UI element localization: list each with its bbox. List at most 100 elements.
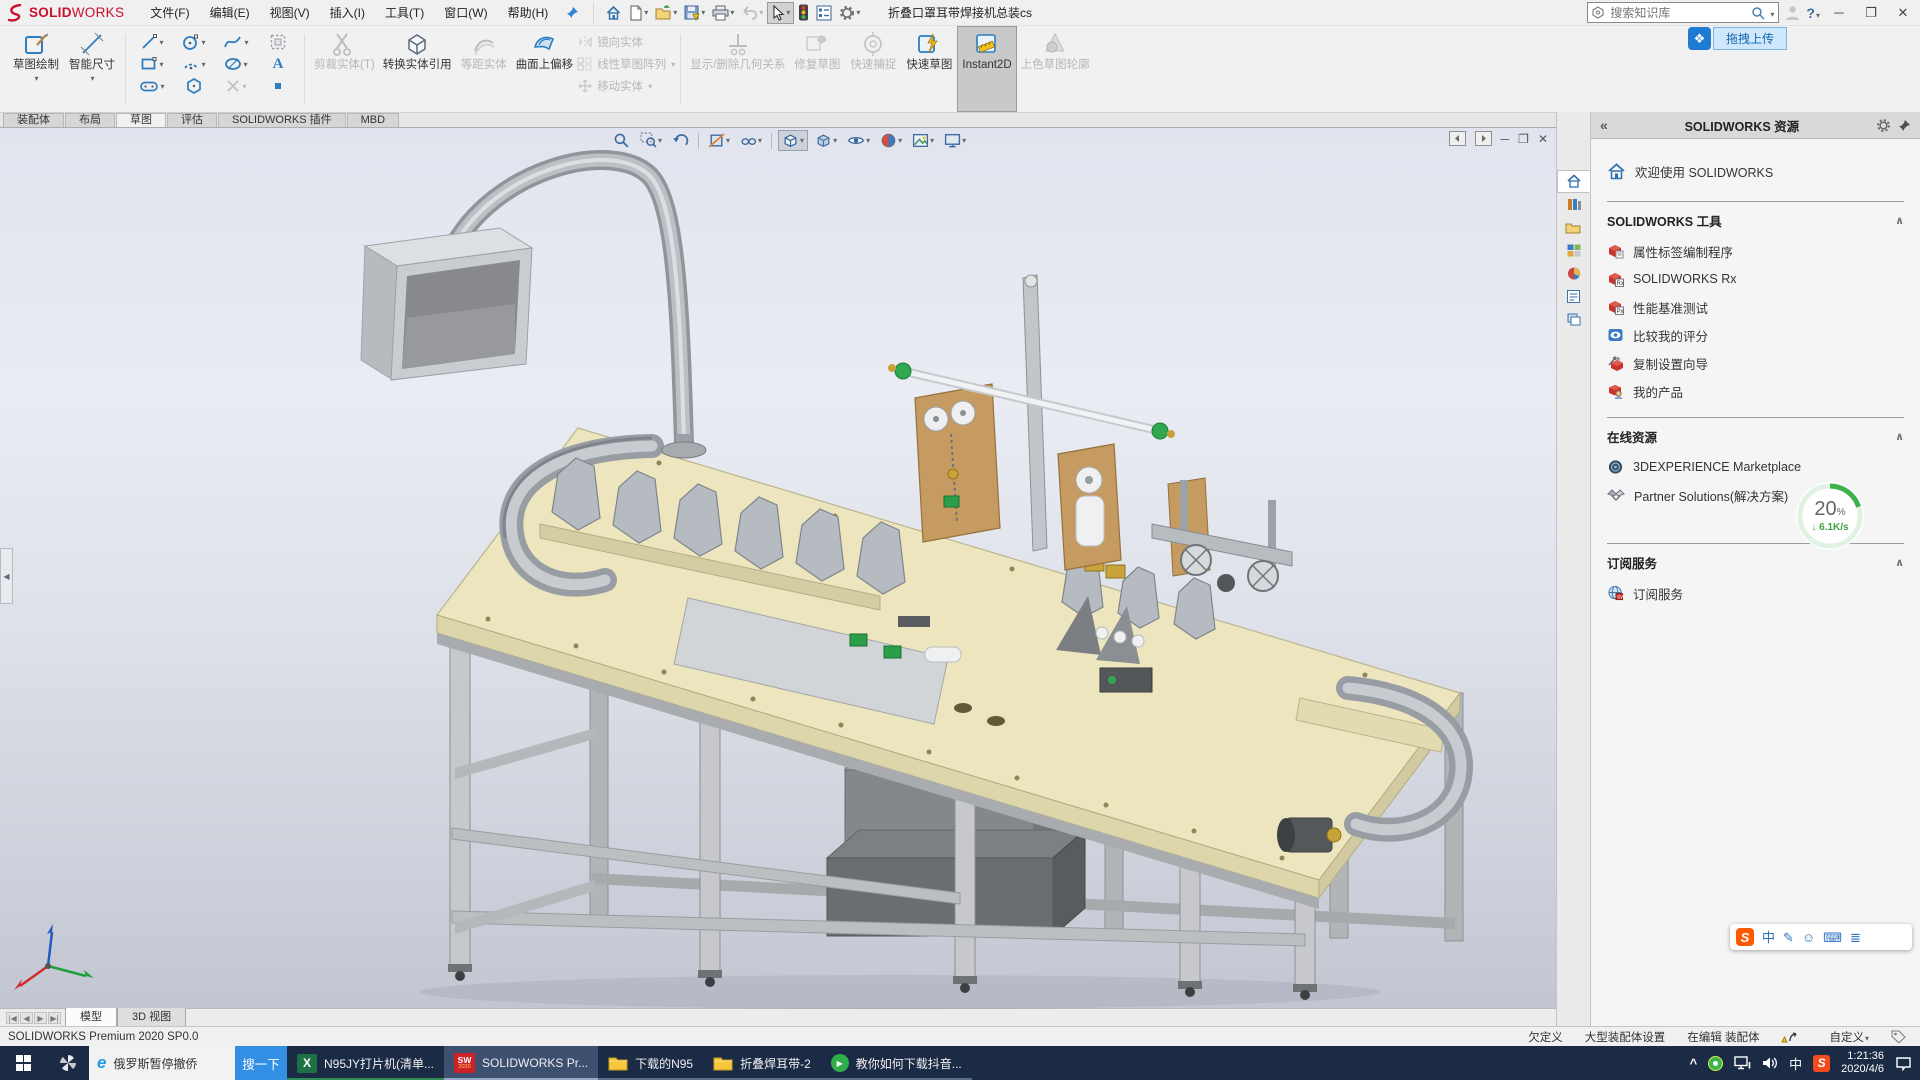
tab-evaluate[interactable]: 评估 <box>167 113 217 127</box>
menu-view[interactable]: 视图(V) <box>260 1 320 24</box>
collapse-section-icon[interactable] <box>1895 214 1904 227</box>
display-style-icon[interactable] <box>812 130 840 151</box>
offset-entities-button[interactable]: 等距实体 <box>456 26 512 112</box>
menu-insert[interactable]: 插入(I) <box>320 1 375 24</box>
sheet-nav-buttons[interactable]: |◀ ◀ ▶ ▶| <box>2 1012 65 1026</box>
drag-upload-overlay[interactable]: ❖ 拖拽上传 <box>1688 27 1787 50</box>
pane-pin-icon[interactable] <box>1898 119 1911 132</box>
knowledge-search-box[interactable] <box>1587 2 1779 23</box>
tab-3d-views[interactable]: 3D 视图 <box>117 1006 186 1026</box>
sogou-tray-icon[interactable] <box>1813 1055 1830 1072</box>
help-button[interactable]: ? <box>1806 5 1820 21</box>
tab-solidworks-addins[interactable]: SOLIDWORKS 插件 <box>218 113 346 127</box>
earband-feeder-board-right[interactable] <box>1058 444 1121 570</box>
machine-monitor[interactable] <box>361 160 706 458</box>
taskpane-tab-view-palette[interactable] <box>1557 239 1590 262</box>
prev-sheet-icon[interactable]: ◀ <box>20 1012 33 1024</box>
trim-quick-tool[interactable] <box>215 75 257 97</box>
close-button[interactable]: ✕ <box>1890 5 1916 21</box>
minimize-button[interactable]: ─ <box>1826 5 1852 20</box>
restore-button[interactable]: ❐ <box>1858 5 1884 21</box>
last-sheet-icon[interactable]: ▶| <box>48 1012 61 1024</box>
copy-settings-wizard-link[interactable]: 复制设置向导 <box>1607 349 1904 377</box>
ime-punctuation-icon[interactable]: ✎ <box>1783 931 1794 944</box>
rebuild-warning-icon[interactable] <box>1781 1030 1797 1044</box>
browser-360-button[interactable] <box>47 1046 89 1080</box>
offset-on-surface-button[interactable]: 曲面上偏移 <box>512 26 578 112</box>
next-document-icon[interactable] <box>1475 131 1492 146</box>
slot-tool[interactable] <box>131 75 173 97</box>
mirror-entities-button[interactable]: 镜向实体 <box>577 34 675 50</box>
search-go-button[interactable]: 搜一下 <box>235 1046 287 1080</box>
tray-expand-icon[interactable] <box>1690 1056 1698 1071</box>
dynamic-annotation-icon[interactable] <box>737 130 765 151</box>
arc-tool[interactable] <box>173 53 215 75</box>
pin-menu-icon[interactable] <box>566 6 579 19</box>
repair-sketch-button[interactable]: 修复草图 <box>789 26 845 112</box>
menu-help[interactable]: 帮助(H) <box>498 1 559 24</box>
taskbar-item-folder-earband[interactable]: 折叠焊耳带-2 <box>703 1046 821 1080</box>
ime-mode-chinese[interactable]: 中 <box>1762 931 1775 944</box>
open-button[interactable] <box>652 2 680 24</box>
tab-layout[interactable]: 布局 <box>65 113 115 127</box>
large-assembly-settings[interactable]: 大型装配体设置 <box>1585 1029 1666 1045</box>
view-orientation-icon[interactable] <box>778 130 808 151</box>
next-sheet-icon[interactable]: ▶ <box>34 1012 47 1024</box>
taskbar-item-browser-page[interactable]: 教你如何下载抖音... <box>821 1046 972 1080</box>
selection-box-tool[interactable] <box>257 31 299 53</box>
search-scope-dropdown[interactable] <box>1769 6 1774 20</box>
sketch-button[interactable]: 草图绘制 <box>8 26 64 112</box>
menu-edit[interactable]: 编辑(E) <box>200 1 260 24</box>
taskpane-tab-file-explorer[interactable] <box>1557 216 1590 239</box>
search-input[interactable] <box>1608 5 1747 21</box>
menu-file[interactable]: 文件(F) <box>140 1 199 24</box>
print-button[interactable] <box>709 2 737 24</box>
property-tab-builder-link[interactable]: 属性标签编制程序 <box>1607 237 1904 265</box>
my-products-link[interactable]: 我的产品 <box>1607 377 1904 405</box>
ime-emoji-icon[interactable]: ☺ <box>1802 931 1815 944</box>
home-button[interactable] <box>602 2 625 24</box>
polygon-tool[interactable] <box>173 75 215 97</box>
ime-keyboard-icon[interactable]: ⌨ <box>1823 931 1842 944</box>
zoom-fit-icon[interactable] <box>610 130 633 151</box>
menu-tools[interactable]: 工具(T) <box>375 1 434 24</box>
3dexperience-upload-icon[interactable]: ❖ <box>1688 27 1711 50</box>
network-icon[interactable] <box>1734 1056 1751 1070</box>
text-tool[interactable]: A <box>257 53 299 75</box>
solidworks-rx-link[interactable]: Rx SOLIDWORKS Rx <box>1607 265 1904 293</box>
model-3d-canvas[interactable] <box>0 128 1556 1009</box>
start-button[interactable] <box>0 1046 47 1080</box>
ellipse-tool[interactable] <box>215 53 257 75</box>
earband-feeder-board-left[interactable] <box>915 384 1000 542</box>
rebuild-button[interactable] <box>795 2 812 24</box>
point-tool[interactable] <box>257 75 299 97</box>
taskbar-clock[interactable]: 1:21:36 2020/4/6 <box>1841 1050 1884 1076</box>
settings-gear-button[interactable] <box>836 2 863 24</box>
instant2d-button[interactable]: Instant2D <box>957 26 1016 112</box>
linear-pattern-button[interactable]: 线性草图阵列 <box>577 56 675 72</box>
section-online-resources[interactable]: 在线资源 <box>1607 427 1904 446</box>
performance-benchmark-link[interactable]: Px 性能基准测试 <box>1607 293 1904 321</box>
marketplace-link[interactable]: 3DEXPERIENCE Marketplace <box>1607 453 1904 481</box>
zoom-area-icon[interactable] <box>637 130 665 151</box>
tab-mbd[interactable]: MBD <box>347 113 399 127</box>
first-sheet-icon[interactable]: |◀ <box>6 1012 19 1024</box>
move-entities-button[interactable]: 移动实体 <box>577 78 675 94</box>
taskpane-tab-custom-properties[interactable] <box>1557 285 1590 308</box>
right-gantry-assembly[interactable] <box>1152 478 1292 592</box>
edit-appearance-icon[interactable] <box>877 130 905 151</box>
spline-tool[interactable] <box>215 31 257 53</box>
display-delete-relations-button[interactable]: 显示/删除几何关系 <box>686 26 789 112</box>
volume-icon[interactable] <box>1762 1056 1778 1070</box>
smart-dimension-button[interactable]: 智能尺寸 <box>64 26 120 112</box>
pane-settings-gear-icon[interactable] <box>1876 118 1891 133</box>
doc-minimize-icon[interactable]: ─ <box>1501 132 1510 146</box>
select-button[interactable] <box>767 2 794 24</box>
subscription-services-link[interactable]: SW 订阅服务 <box>1607 579 1904 607</box>
trim-entities-button[interactable]: 剪裁实体(T) <box>310 26 379 112</box>
taskpane-tab-forum[interactable] <box>1557 308 1590 331</box>
options-list-button[interactable] <box>813 2 835 24</box>
collapse-section-icon[interactable] <box>1895 430 1904 443</box>
line-tool[interactable] <box>131 31 173 53</box>
collapse-section-icon[interactable] <box>1895 556 1904 569</box>
